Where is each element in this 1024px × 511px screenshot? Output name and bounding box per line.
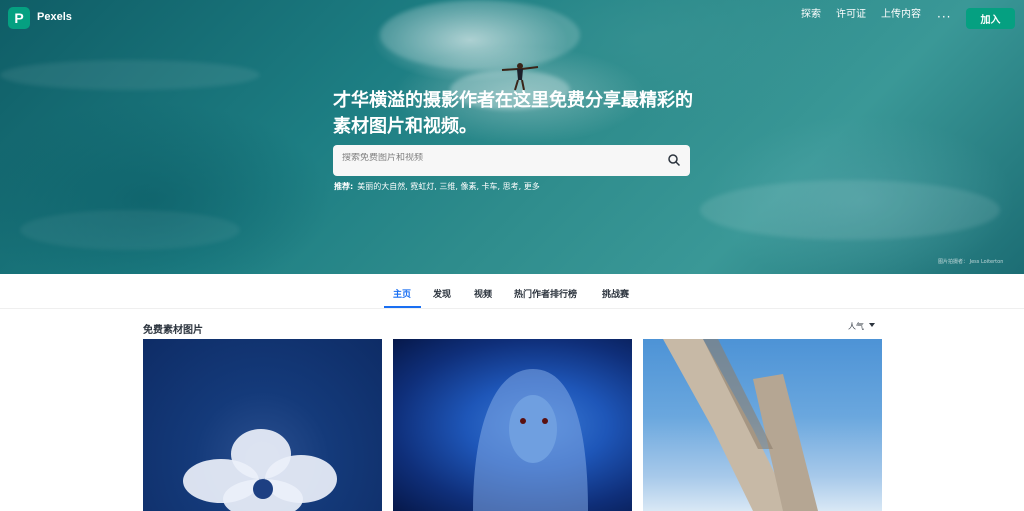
nav-explore[interactable]: 探索: [801, 5, 821, 20]
hero-headline: 才华横溢的摄影作者在这里免费分享最精彩的素材图片和视频。: [333, 90, 693, 137]
portrait-image: [473, 369, 588, 511]
tab-home[interactable]: 主页: [393, 287, 411, 300]
section-title: 免费素材图片: [143, 325, 203, 336]
chevron-down-icon[interactable]: [869, 323, 875, 327]
search-bar[interactable]: [333, 145, 690, 176]
content-tabs: 主页 发现 视频 热门作者排行榜 挑战赛: [0, 274, 1024, 309]
photo-driftwood[interactable]: [643, 339, 882, 511]
pexels-logo-icon[interactable]: P: [8, 7, 30, 29]
search-input[interactable]: [342, 153, 642, 163]
search-suggestions: 推荐: 美丽的大自然, 霓虹灯, 三维, 像素, 卡车, 思考, 更多: [334, 181, 540, 192]
join-button[interactable]: 加入: [966, 8, 1015, 29]
tab-discover[interactable]: 发现: [433, 287, 451, 300]
nav-license[interactable]: 许可证: [836, 5, 866, 20]
search-icon[interactable]: [667, 153, 681, 167]
photo-portrait[interactable]: [393, 339, 632, 511]
sort-dropdown[interactable]: 人气: [848, 321, 864, 332]
more-menu-icon[interactable]: ···: [937, 10, 951, 24]
suggestion-links[interactable]: 美丽的大自然, 霓虹灯, 三维, 像素, 卡车, 思考, 更多: [357, 181, 540, 192]
driftwood-image: [663, 339, 818, 511]
tab-videos[interactable]: 视频: [474, 287, 492, 300]
active-tab-indicator: [384, 306, 421, 308]
suggestions-label: 推荐:: [334, 182, 354, 191]
tab-challenges[interactable]: 挑战赛: [602, 287, 629, 300]
brand-name[interactable]: Pexels: [37, 11, 72, 23]
flower-image: [183, 429, 337, 511]
photo-flower[interactable]: [143, 339, 382, 511]
photo-credit[interactable]: 图片拍摄者： Jess Loiterton: [938, 258, 1003, 265]
tab-leaderboard[interactable]: 热门作者排行榜: [514, 287, 577, 300]
nav-upload[interactable]: 上传内容: [881, 5, 921, 20]
